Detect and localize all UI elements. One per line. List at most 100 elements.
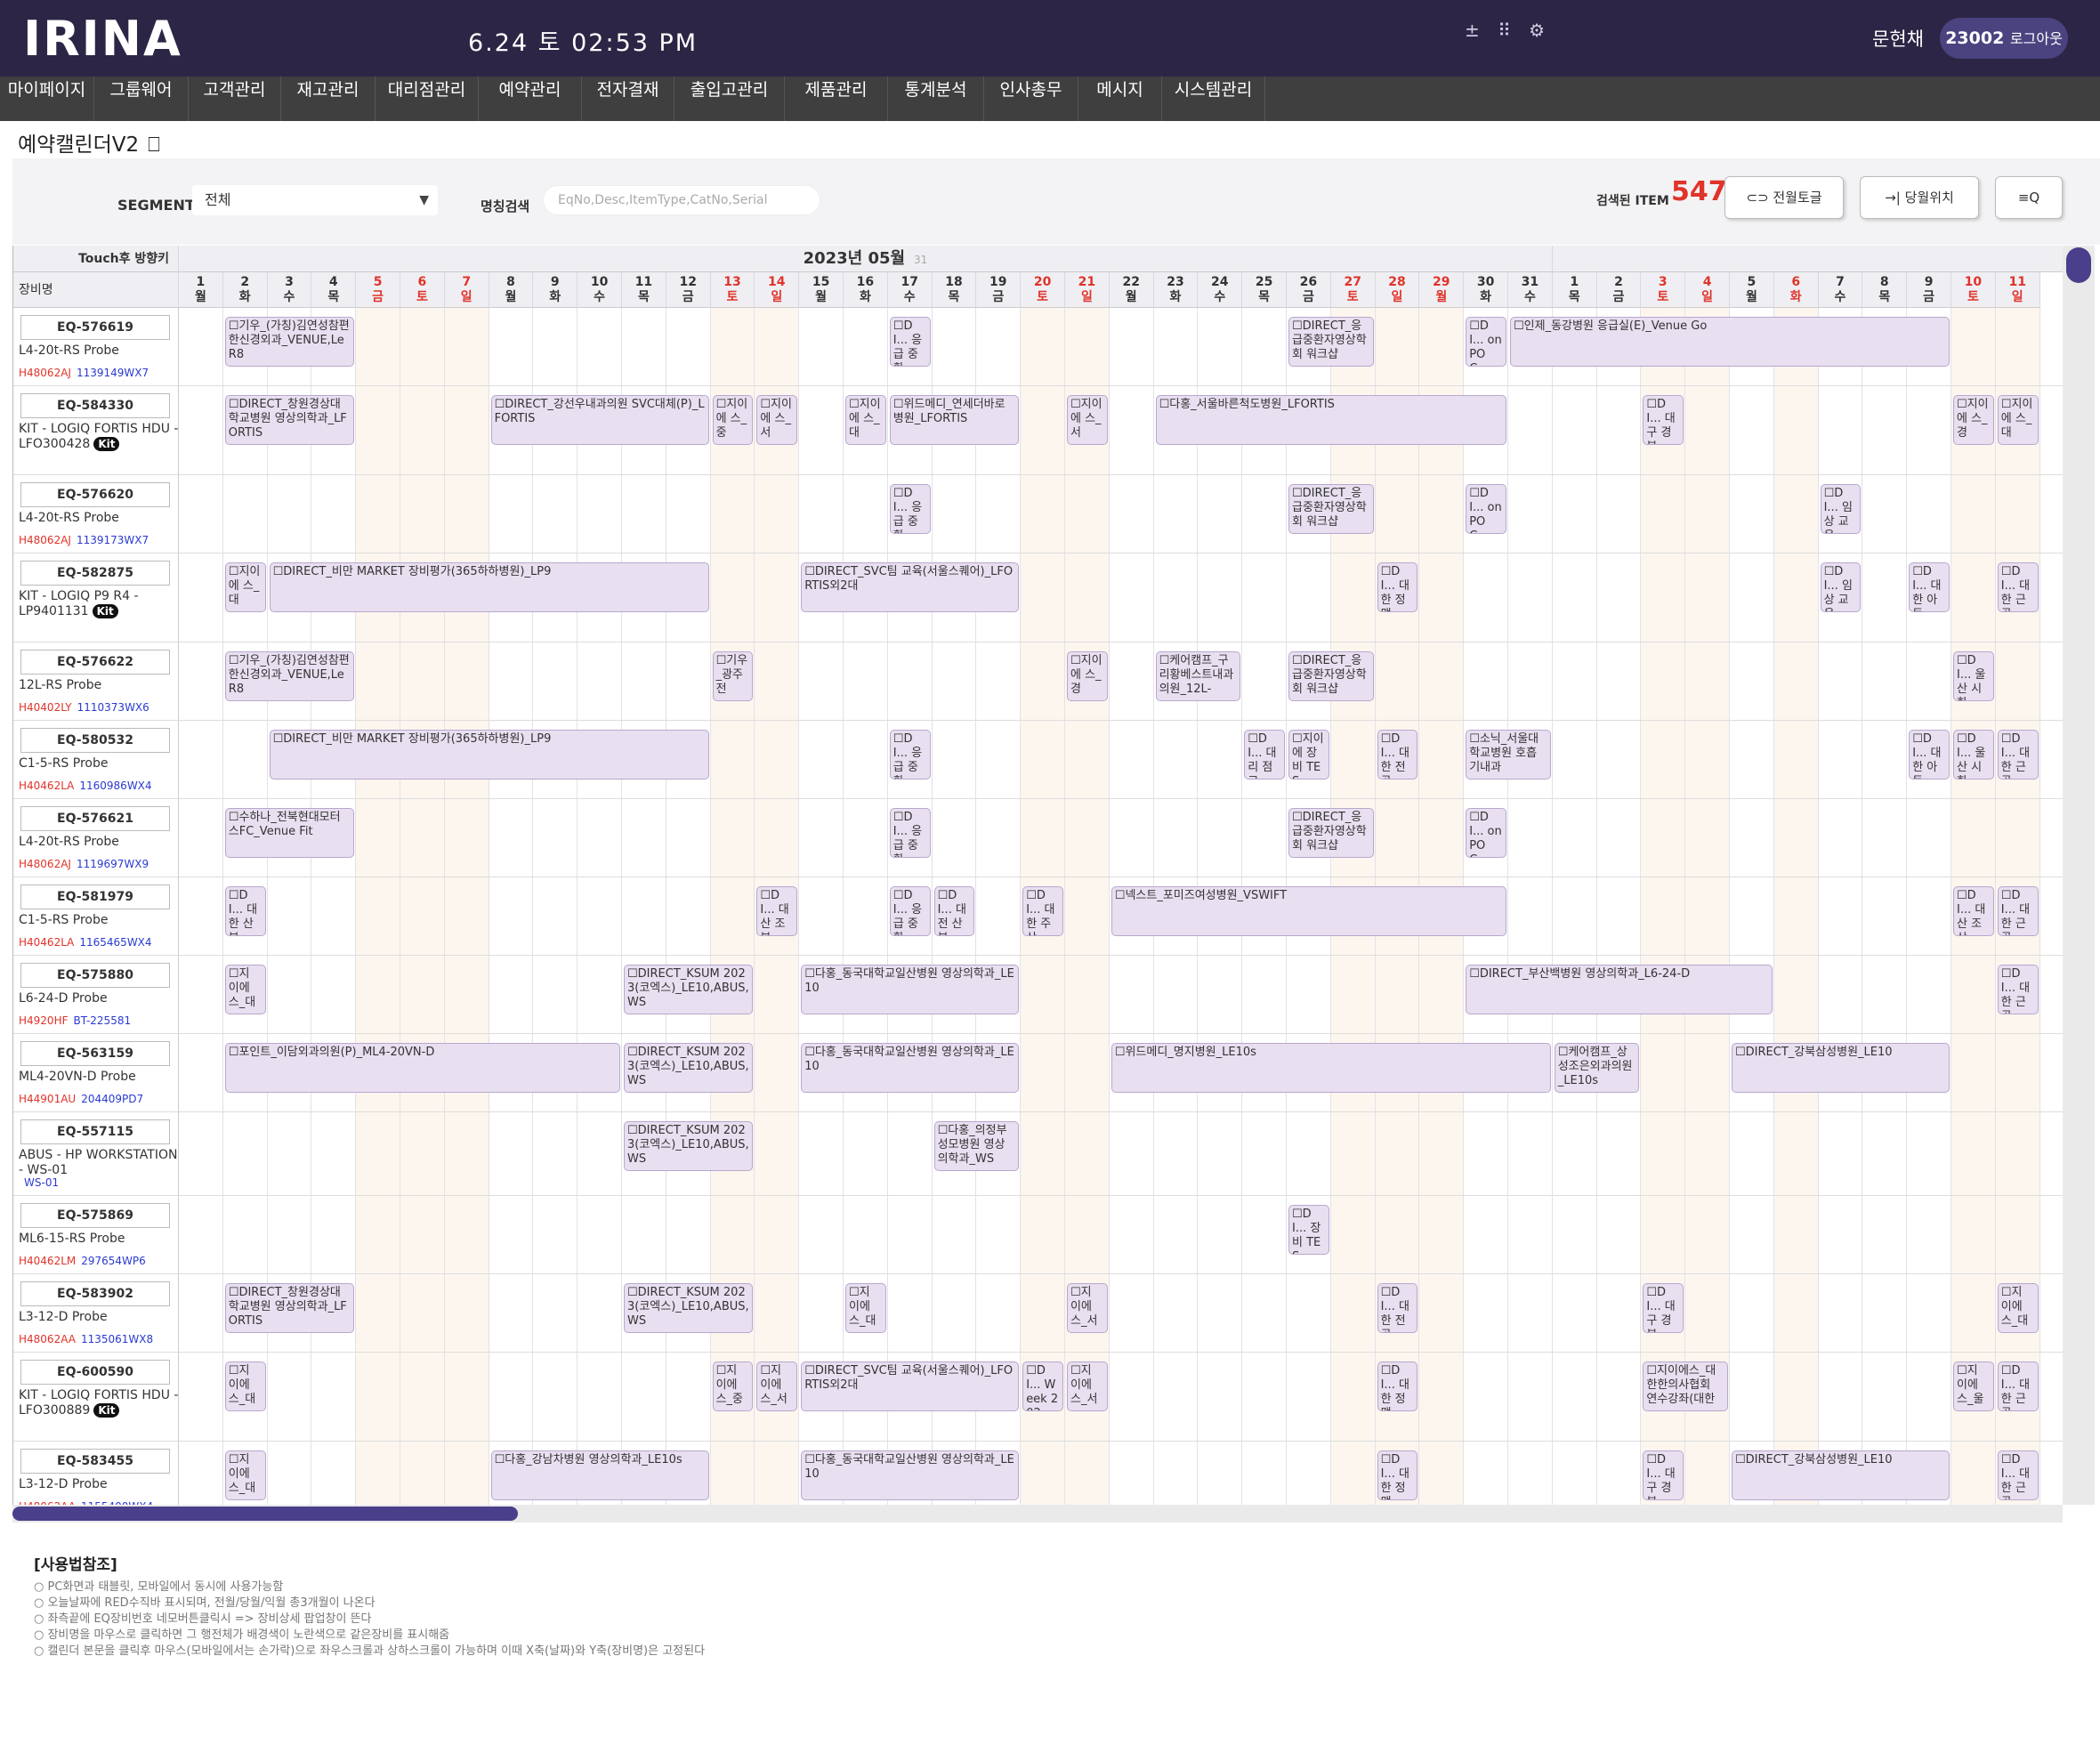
equipment-cell[interactable]: EQ-576622 12L-RS Probe H40402LY 1110373WX6 xyxy=(13,642,179,721)
reservation-event[interactable]: ☐DI... 응급 중환 xyxy=(889,886,931,936)
day-header[interactable]: 16 화 xyxy=(844,272,888,308)
reservation-event[interactable]: ☐DI... 대한 전공 xyxy=(1377,730,1418,780)
reservation-event[interactable]: ☐DI... 대한 아동 xyxy=(1909,562,1950,612)
day-header[interactable]: 23 화 xyxy=(1153,272,1199,308)
day-header[interactable]: 24 수 xyxy=(1198,272,1243,308)
reservation-event[interactable]: ☐지 이에 스_대 xyxy=(845,1283,886,1333)
reservation-event[interactable]: ☐DIRECT_창원경상대학교병원 영상의학과_LFORTIS xyxy=(224,395,355,445)
day-header[interactable]: 5금 xyxy=(356,272,400,308)
day-header[interactable]: 9화 xyxy=(533,272,578,308)
reservation-event[interactable]: ☐DI... 대한 근골 xyxy=(1997,1450,2039,1500)
reservation-event[interactable]: ☐DI... 대한 근골 xyxy=(1997,965,2039,1014)
menu-item[interactable]: 출입고관리 xyxy=(674,77,785,121)
reservation-event[interactable]: ☐DIRECT_강북삼성병원_LE10 xyxy=(1732,1450,1950,1500)
logout-button[interactable]: 23002 로그아웃 xyxy=(1940,18,2068,59)
reservation-event[interactable]: ☐DI... 대한 산부 xyxy=(224,886,266,936)
reservation-event[interactable]: ☐지이에 스_대 xyxy=(845,395,886,445)
day-header[interactable]: 18 목 xyxy=(932,272,977,308)
reservation-event[interactable]: ☐DI... 대한 주산 xyxy=(1022,886,1063,936)
reservation-event[interactable]: ☐DI... 대전 산부 xyxy=(933,886,975,936)
day-header[interactable]: 6화 xyxy=(1773,272,1819,308)
equipment-number-button[interactable]: EQ-580532 xyxy=(20,728,170,753)
equipment-cell[interactable]: EQ-581979 C1-5-RS Probe H40462LA 1165465WX4 xyxy=(13,877,179,956)
reservation-event[interactable]: ☐DI... 임상 교육 xyxy=(1820,562,1862,612)
reservation-event[interactable]: ☐지이에 스_서 xyxy=(756,395,798,445)
reservation-event[interactable]: ☐DI... 울산 시한 xyxy=(1953,730,1994,780)
equipment-cell[interactable]: EQ-583902 L3-12-D Probe H48062AA 1135061WX8 xyxy=(13,1274,179,1353)
day-header[interactable]: 31 수 xyxy=(1508,272,1553,308)
reservation-event[interactable]: ☐다홍_강남차병원 영상의학과_LE10s xyxy=(490,1450,709,1500)
day-header[interactable]: 22 월 xyxy=(1109,272,1154,308)
equipment-number-button[interactable]: EQ-576622 xyxy=(20,650,170,675)
reservation-event[interactable]: ☐DI... 임상 교육 xyxy=(1820,484,1862,534)
reservation-event[interactable]: ☐DIRECT_KSUM 2023(코엑스)_LE10,ABUS,WS xyxy=(624,1283,754,1333)
reservation-event[interactable]: ☐DI... 응급 중환 xyxy=(889,484,931,534)
equipment-row[interactable] xyxy=(13,1196,2063,1274)
day-header[interactable]: 7일 xyxy=(444,272,489,308)
reservation-event[interactable]: ☐지이에스_대한한의사협회 연수강좌(대한 xyxy=(1643,1361,1728,1411)
menu-item[interactable]: 대리점관리 xyxy=(376,77,479,121)
equipment-number-button[interactable]: EQ-557115 xyxy=(20,1119,170,1144)
reservation-event[interactable]: ☐지이에 장비 TES... xyxy=(1288,730,1329,780)
day-header[interactable]: 3수 xyxy=(267,272,312,308)
day-header[interactable]: 30 화 xyxy=(1464,272,1508,308)
equipment-number-button[interactable]: EQ-582875 xyxy=(20,561,170,586)
reservation-event[interactable]: ☐다홍_동국대학교일산병원 영상의학과_LE10 xyxy=(801,1043,1020,1093)
equipment-number-button[interactable]: EQ-575880 xyxy=(20,963,170,988)
reservation-event[interactable]: ☐DIRECT_비만 MARKET 장비평가(365하하병원)_LP9 xyxy=(269,730,709,780)
equipment-number-button[interactable]: EQ-576621 xyxy=(20,806,170,831)
reservation-event[interactable]: ☐DI... 장비 TES... xyxy=(1288,1205,1329,1255)
reservation-event[interactable]: ☐위드메디_연세더바로병원_LFORTIS xyxy=(889,395,1020,445)
day-header[interactable]: 2화 xyxy=(222,272,268,308)
day-header[interactable]: 14 일 xyxy=(755,272,800,308)
day-header[interactable]: 15 월 xyxy=(799,272,844,308)
toggle-prev-month-button[interactable]: ⊂⊃ 전월토글 xyxy=(1724,176,1844,219)
reservation-event[interactable]: ☐다홍_동국대학교일산병원 영상의학과_LE10 xyxy=(801,965,1020,1014)
segment-select[interactable]: 전체 ▼ xyxy=(192,185,438,215)
day-header[interactable]: 4일 xyxy=(1685,272,1730,308)
app-logo[interactable]: IRINA xyxy=(23,11,182,67)
reservation-event[interactable]: ☐DI... 대구 경북 xyxy=(1643,1450,1684,1500)
equipment-number-button[interactable]: EQ-563159 xyxy=(20,1041,170,1066)
search-input[interactable] xyxy=(543,185,820,215)
day-header[interactable]: 8월 xyxy=(489,272,534,308)
day-header[interactable]: 29 월 xyxy=(1419,272,1465,308)
day-header[interactable]: 26 금 xyxy=(1287,272,1331,308)
reservation-event[interactable]: ☐지 이에 스_대 xyxy=(224,1361,266,1411)
equipment-cell[interactable]: EQ-576619 L4-20t-RS Probe H48062AJ 1139149W… xyxy=(13,308,179,386)
equipment-number-button[interactable]: EQ-584330 xyxy=(20,393,170,418)
reservation-event[interactable]: ☐인제_동강병원 응급실(E)_Venue Go xyxy=(1510,317,1950,367)
day-header[interactable]: 13 토 xyxy=(710,272,755,308)
menu-item[interactable]: 그룹웨어 xyxy=(94,77,189,121)
horizontal-scroll-thumb[interactable] xyxy=(12,1507,518,1521)
day-header[interactable]: 17 수 xyxy=(887,272,933,308)
reservation-event[interactable]: ☐다홍_동국대학교일산병원 영상의학과_LE10 xyxy=(801,1450,1020,1500)
reservation-event[interactable]: ☐DI... 대한 전공 xyxy=(1377,1283,1418,1333)
equipment-cell[interactable]: EQ-584330 KIT - LOGIQ FORTIS HDU - LFO300… xyxy=(13,386,179,475)
apps-grid-icon[interactable]: ⠿ xyxy=(1498,20,1511,41)
menu-item[interactable]: 메시지 xyxy=(1078,77,1162,121)
reservation-event[interactable]: ☐수하나_전북현대모터스FC_Venue Fit xyxy=(224,808,355,858)
day-header[interactable]: 27 토 xyxy=(1330,272,1376,308)
filter-search-button[interactable]: ≡Q xyxy=(1995,176,2063,219)
reservation-event[interactable]: ☐DI... 대한 정맥 xyxy=(1377,1450,1418,1500)
equipment-cell[interactable]: EQ-600590 KIT - LOGIQ FORTIS HDU - LFO300… xyxy=(13,1353,179,1442)
reservation-event[interactable]: ☐넥스트_포미즈여성병원_VSWIFT xyxy=(1111,886,1506,936)
reservation-event[interactable]: ☐DIRECT_응급중환자영상학회 워크샵 xyxy=(1288,484,1374,534)
reservation-event[interactable]: ☐지 이에 스_중 xyxy=(712,1361,754,1411)
menu-item[interactable]: 전자결재 xyxy=(582,77,674,121)
reservation-event[interactable]: ☐DI... 대한 근골 xyxy=(1997,886,2039,936)
equipment-number-button[interactable]: EQ-583902 xyxy=(20,1281,170,1306)
reservation-event[interactable]: ☐DIRECT_응급중환자영상학회 워크샵 xyxy=(1288,651,1374,701)
reservation-event[interactable]: ☐DIRECT_응급중환자영상학회 워크샵 xyxy=(1288,317,1374,367)
equipment-cell[interactable]: EQ-575869 ML6-15-RS Probe H40462LM 297654WP… xyxy=(13,1196,179,1274)
equipment-number-button[interactable]: EQ-575869 xyxy=(20,1203,170,1228)
reservation-event[interactable]: ☐DI... 대한 근골 xyxy=(1997,562,2039,612)
day-header[interactable]: 19 금 xyxy=(976,272,1022,308)
reservation-event[interactable]: ☐DIRECT_SVC팀 교육(서울스퀘어)_LFORTIS외2대 xyxy=(801,562,1020,612)
day-header[interactable]: 1목 xyxy=(1552,272,1597,308)
vertical-scroll-thumb[interactable] xyxy=(2066,247,2091,283)
gear-icon[interactable]: ⚙ xyxy=(1529,20,1545,41)
day-header[interactable]: 10 토 xyxy=(1951,272,1996,308)
day-header[interactable]: 5월 xyxy=(1730,272,1774,308)
